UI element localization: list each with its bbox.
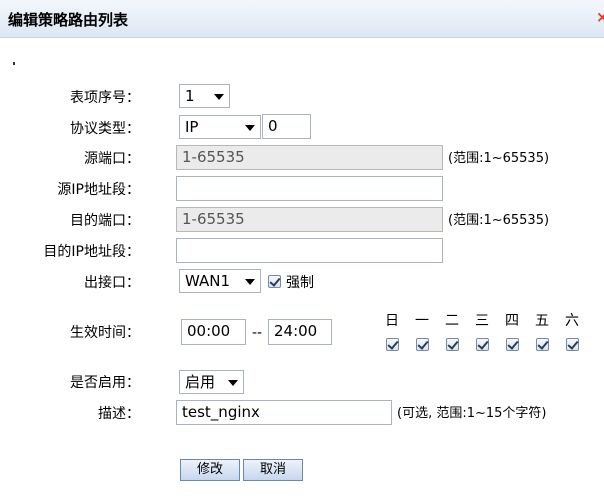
dst-ip-input[interactable]	[176, 238, 443, 263]
day-checkbox-sat[interactable]	[566, 338, 579, 351]
force-checkbox[interactable]	[268, 275, 281, 288]
src-port-label: 源端口：	[84, 151, 140, 167]
chevron-down-icon	[214, 94, 224, 100]
day-label-mon: 一	[415, 313, 429, 329]
entry-no-select[interactable]: 1	[179, 84, 230, 108]
chevron-down-icon	[228, 380, 238, 386]
day-label-wed: 三	[475, 313, 489, 329]
out-iface-label: 出接口：	[84, 275, 140, 291]
protocol-port-input[interactable]: 0	[262, 114, 311, 139]
day-label-fri: 五	[535, 313, 549, 329]
day-checkbox-wed[interactable]	[476, 338, 489, 351]
time-end-input[interactable]: 24:00	[268, 319, 332, 345]
enabled-select[interactable]: 启用	[179, 370, 244, 394]
src-ip-label: 源IP地址段：	[57, 182, 140, 198]
dst-port-hint: (范围:1~65535)	[448, 213, 550, 228]
chevron-down-icon	[245, 279, 255, 285]
day-checkbox-mon[interactable]	[416, 338, 429, 351]
day-label-sat: 六	[565, 313, 579, 329]
entry-no-label: 表项序号：	[70, 90, 140, 106]
protocol-select[interactable]: IP	[179, 115, 261, 139]
day-checkbox-sun[interactable]	[386, 338, 399, 351]
out-iface-select[interactable]: WAN1	[179, 269, 261, 293]
day-checkbox-thu[interactable]	[506, 338, 519, 351]
window-title: 编辑策略路由列表	[8, 11, 129, 29]
day-checkbox-fri[interactable]	[536, 338, 549, 351]
src-port-input[interactable]: 1-65535	[176, 145, 443, 170]
src-ip-input[interactable]	[176, 176, 443, 201]
dst-ip-label: 目的IP地址段：	[43, 244, 140, 260]
day-label-tue: 二	[445, 313, 459, 329]
dst-port-input[interactable]: 1-65535	[176, 207, 443, 232]
out-iface-value: WAN1	[185, 272, 231, 290]
cancel-button[interactable]: 取消	[243, 459, 303, 481]
dst-port-label: 目的端口：	[70, 213, 140, 229]
force-label: 强制	[286, 275, 314, 291]
enabled-value: 启用	[185, 373, 216, 391]
enabled-label: 是否启用：	[70, 375, 140, 391]
src-port-hint: (范围:1~65535)	[448, 151, 550, 166]
marker-dot	[13, 62, 15, 65]
close-icon[interactable]: ×	[596, 8, 604, 26]
title-bar: 编辑策略路由列表 ×	[0, 0, 604, 38]
day-label-thu: 四	[505, 313, 519, 329]
time-start-input[interactable]: 00:00	[181, 319, 246, 345]
chevron-down-icon	[245, 125, 255, 131]
protocol-label: 协议类型：	[70, 121, 140, 137]
entry-no-value: 1	[185, 87, 195, 105]
day-checkbox-tue[interactable]	[446, 338, 459, 351]
modify-button[interactable]: 修改	[180, 459, 240, 481]
time-separator: --	[252, 325, 263, 341]
time-label: 生效时间：	[70, 325, 140, 341]
day-label-sun: 日	[385, 313, 399, 329]
desc-input[interactable]: test_nginx	[176, 400, 392, 425]
desc-hint: (可选, 范围:1~15个字符)	[397, 406, 547, 421]
desc-label: 描述：	[98, 406, 140, 422]
protocol-value: IP	[185, 118, 199, 136]
